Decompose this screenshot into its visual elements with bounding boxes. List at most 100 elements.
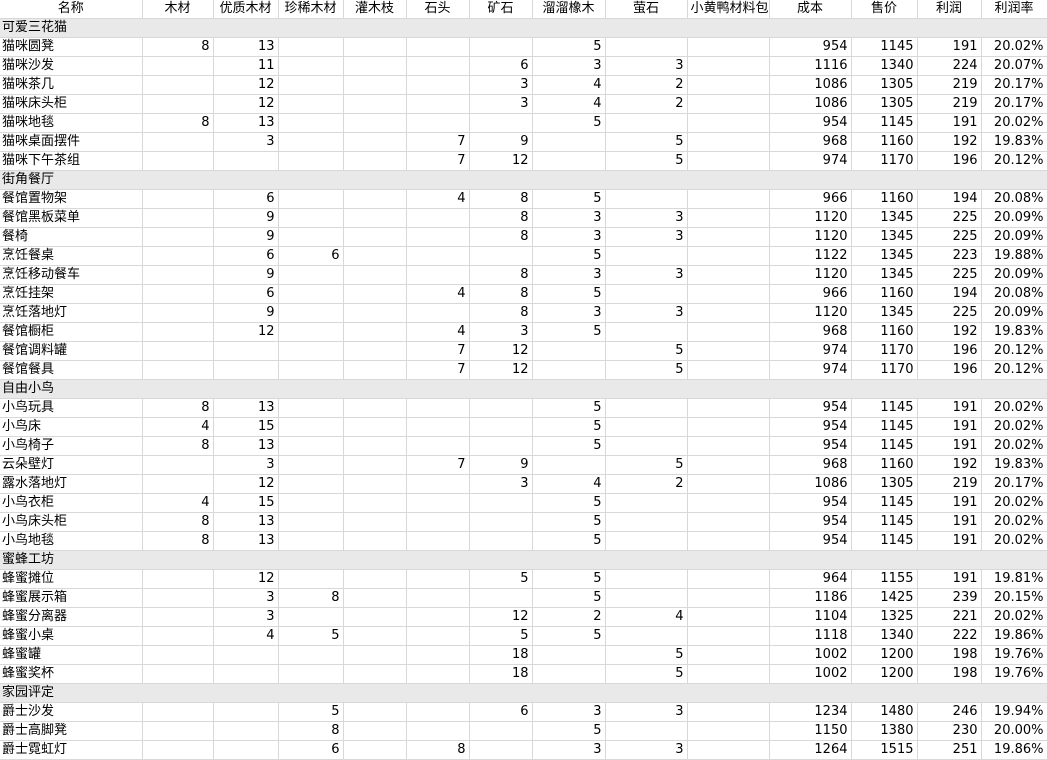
table-cell[interactable] [469,531,533,551]
table-cell[interactable] [687,246,770,266]
table-cell[interactable] [142,645,214,665]
table-cell[interactable] [469,721,533,741]
item-name-cell[interactable]: 猫咪床头柜 [0,94,143,114]
item-name-cell[interactable]: 小鸟床 [0,417,143,437]
table-cell[interactable] [469,588,533,608]
table-cell[interactable]: 4 [605,607,688,627]
table-cell[interactable]: 20.12% [981,360,1047,380]
table-cell[interactable]: 2 [605,75,688,95]
table-cell[interactable] [532,151,606,171]
table-cell[interactable]: 5 [605,151,688,171]
table-cell[interactable]: 19.94% [981,702,1047,722]
group-name-cell[interactable]: 街角餐厅 [0,170,1047,190]
table-cell[interactable]: 20.15% [981,588,1047,608]
item-name-cell[interactable]: 烹饪挂架 [0,284,143,304]
table-cell[interactable] [605,113,688,133]
table-cell[interactable]: 20.12% [981,151,1047,171]
table-cell[interactable]: 20.09% [981,265,1047,285]
table-cell[interactable]: 4 [406,189,470,209]
table-cell[interactable] [406,626,470,646]
item-name-cell[interactable]: 猫咪茶几 [0,75,143,95]
table-cell[interactable] [406,208,470,228]
table-cell[interactable]: 19.86% [981,740,1047,760]
item-name-cell[interactable]: 爵士高脚凳 [0,721,143,741]
table-cell[interactable]: 8 [142,436,214,456]
table-cell[interactable]: 8 [469,227,533,247]
table-cell[interactable]: 5 [605,360,688,380]
table-cell[interactable] [142,303,214,323]
table-cell[interactable] [406,94,470,114]
table-cell[interactable]: 19.83% [981,455,1047,475]
table-cell[interactable] [687,189,770,209]
table-cell[interactable]: 221 [917,607,982,627]
table-cell[interactable] [687,721,770,741]
table-cell[interactable] [469,113,533,133]
table-cell[interactable]: 15 [213,417,279,437]
table-cell[interactable] [406,246,470,266]
table-cell[interactable]: 12 [469,360,533,380]
table-cell[interactable] [687,208,770,228]
item-name-cell[interactable]: 蜂蜜罐 [0,645,143,665]
table-cell[interactable]: 251 [917,740,982,760]
table-cell[interactable]: 5 [532,588,606,608]
table-cell[interactable]: 1145 [851,493,918,513]
table-cell[interactable]: 196 [917,360,982,380]
table-cell[interactable]: 196 [917,341,982,361]
table-cell[interactable]: 5 [532,37,606,57]
table-cell[interactable]: 230 [917,721,982,741]
table-cell[interactable]: 13 [213,531,279,551]
item-name-cell[interactable]: 餐馆餐具 [0,360,143,380]
table-cell[interactable]: 13 [213,37,279,57]
table-cell[interactable]: 3 [605,208,688,228]
table-cell[interactable]: 196 [917,151,982,171]
table-cell[interactable]: 966 [769,189,852,209]
table-cell[interactable]: 1160 [851,132,918,152]
column-header[interactable]: 成本 [769,0,852,19]
item-name-cell[interactable]: 烹饪移动餐车 [0,265,143,285]
item-name-cell[interactable]: 猫咪地毯 [0,113,143,133]
table-cell[interactable]: 246 [917,702,982,722]
column-header[interactable]: 石头 [406,0,470,19]
table-cell[interactable]: 1002 [769,645,852,665]
table-cell[interactable] [343,455,407,475]
table-cell[interactable]: 4 [406,284,470,304]
table-cell[interactable]: 8 [469,208,533,228]
table-cell[interactable]: 3 [469,94,533,114]
table-cell[interactable]: 1118 [769,626,852,646]
table-cell[interactable]: 8 [142,398,214,418]
table-cell[interactable]: 8 [469,284,533,304]
table-cell[interactable]: 15 [213,493,279,513]
table-cell[interactable]: 8 [142,512,214,532]
table-cell[interactable] [469,740,533,760]
table-cell[interactable] [278,94,344,114]
table-cell[interactable]: 2 [605,94,688,114]
table-cell[interactable]: 1345 [851,246,918,266]
column-header[interactable]: 售价 [851,0,918,19]
table-cell[interactable]: 12 [213,94,279,114]
table-cell[interactable]: 5 [278,702,344,722]
table-cell[interactable] [406,265,470,285]
table-cell[interactable] [406,512,470,532]
table-cell[interactable]: 8 [278,588,344,608]
table-cell[interactable]: 9 [213,227,279,247]
table-cell[interactable] [278,341,344,361]
table-cell[interactable]: 3 [213,455,279,475]
table-cell[interactable] [278,284,344,304]
table-cell[interactable]: 12 [469,607,533,627]
table-cell[interactable] [343,113,407,133]
table-cell[interactable] [469,37,533,57]
table-cell[interactable]: 1145 [851,531,918,551]
table-cell[interactable]: 6 [213,284,279,304]
table-cell[interactable] [343,37,407,57]
table-cell[interactable]: 5 [532,246,606,266]
table-cell[interactable]: 4 [142,417,214,437]
table-cell[interactable]: 1145 [851,398,918,418]
table-cell[interactable] [142,132,214,152]
table-cell[interactable]: 1480 [851,702,918,722]
table-cell[interactable] [142,151,214,171]
table-cell[interactable]: 13 [213,398,279,418]
table-cell[interactable]: 20.12% [981,341,1047,361]
table-cell[interactable]: 1116 [769,56,852,76]
table-cell[interactable]: 1345 [851,227,918,247]
item-name-cell[interactable]: 蜂蜜奖杯 [0,664,143,684]
